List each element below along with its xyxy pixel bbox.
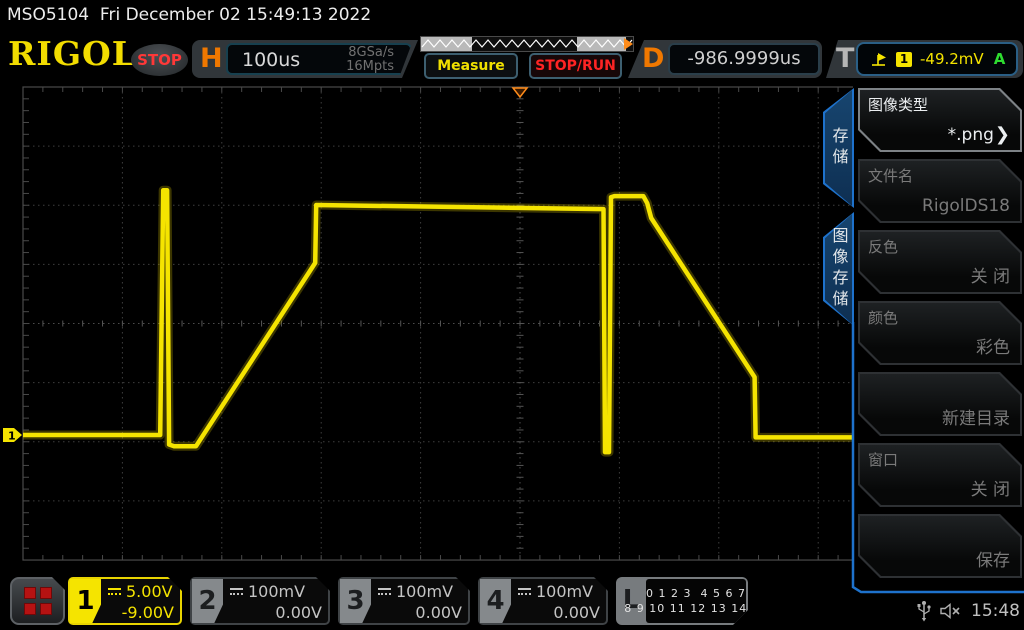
menu-item-value: 新建目录 — [942, 404, 1010, 429]
timebase-value: 100us — [242, 49, 300, 71]
stop-run-button[interactable]: STOP/RUN — [529, 53, 622, 79]
logic-label: L — [616, 577, 646, 625]
channel-3-box[interactable]: 3 100mV 0.00V — [338, 577, 470, 625]
logic-channel-list: 0 1 2 3 4 5 6 7 8 9 10 11 12 13 14 15 — [646, 579, 746, 623]
dc-coupling-icon — [378, 588, 391, 595]
trigger-mode: A — [994, 50, 1006, 68]
menu-item-label: 图像类型 — [868, 94, 928, 115]
oscilloscope-screen: 1 MSO5104 Fri December 02 15:49:13 2022 … — [0, 0, 1024, 630]
dc-coupling-icon — [230, 588, 243, 595]
menu-item-value: 保存 — [976, 546, 1010, 571]
menu-item-new-directory[interactable]: 新建目录 — [858, 372, 1022, 436]
channel-4-number: 4 — [480, 579, 511, 623]
tab-image-storage-label: 图像存储 — [823, 212, 854, 326]
channel-1-offset: -9.00V — [104, 602, 174, 623]
grid-menu-icon — [24, 587, 52, 615]
menu-item-value: 彩色 — [976, 333, 1010, 358]
menu-item-label: 反色 — [868, 236, 898, 257]
trigger-level-value: -49.2mV — [920, 50, 984, 68]
menu-item-file-name[interactable]: 文件名 RigolDS18 — [858, 159, 1022, 223]
channel-2-offset: 0.00V — [226, 602, 322, 623]
status-tray: 15:48 — [905, 598, 1020, 624]
menu-item-value: 关 闭 — [971, 262, 1010, 287]
menu-item-invert[interactable]: 反色 关 闭 — [858, 230, 1022, 294]
menu-item-color[interactable]: 颜色 彩色 — [858, 301, 1022, 365]
timebase-box[interactable]: 100us 8GSa/s 16Mpts — [226, 43, 412, 75]
channel-3-number: 3 — [340, 579, 371, 623]
delay-value-box[interactable]: -986.9999us — [668, 43, 820, 75]
menu-item-save[interactable]: 保存 — [858, 514, 1022, 578]
menu-item-label: 窗口 — [868, 449, 898, 470]
channel-2-number: 2 — [192, 579, 223, 623]
sample-rate-value: 8GSa/s — [346, 46, 394, 60]
rigol-logo: RIGOL — [8, 34, 136, 73]
memory-depth-value: 16Mpts — [346, 60, 394, 74]
menu-item-label: 文件名 — [868, 165, 913, 186]
menu-item-window[interactable]: 窗口 关 闭 — [858, 443, 1022, 507]
run-state-badge[interactable]: STOP — [131, 44, 188, 76]
channel-4-box[interactable]: 4 100mV 0.00V — [478, 577, 608, 625]
menu-item-value: *.png❯ — [948, 124, 1010, 145]
usb-icon — [917, 600, 931, 622]
menu-item-value: 关 闭 — [971, 475, 1010, 500]
channel-2-box[interactable]: 2 100mV 0.00V — [190, 577, 330, 625]
horizontal-label: H — [200, 43, 223, 75]
channel-4-offset: 0.00V — [514, 602, 600, 623]
menu-item-image-type[interactable]: 图像类型 *.png❯ — [858, 88, 1022, 152]
logic-channels-box[interactable]: L 0 1 2 3 4 5 6 7 8 9 10 11 12 13 14 15 — [616, 577, 748, 625]
tab-image-storage[interactable]: 图像存储 — [823, 212, 854, 326]
quick-menu-button[interactable] — [10, 577, 65, 625]
speaker-muted-icon[interactable] — [940, 602, 962, 620]
channel-1-box[interactable]: 1 5.00V -9.00V — [68, 577, 182, 625]
channel-4-scale: 100mV — [536, 582, 593, 601]
chevron-right-icon: ❯ — [995, 124, 1010, 145]
title-bar: MSO5104 Fri December 02 15:49:13 2022 — [0, 0, 1024, 30]
channel-3-offset: 0.00V — [374, 602, 462, 623]
menu-item-value-text: *.png — [948, 125, 994, 145]
tab-storage-label: 存储 — [823, 88, 854, 208]
delay-label: D — [642, 43, 664, 75]
trigger-edge-icon — [870, 51, 888, 67]
memory-preview-bar[interactable] — [420, 36, 634, 52]
sample-rate: 8GSa/s 16Mpts — [346, 46, 394, 74]
channel-3-scale: 100mV — [396, 582, 453, 601]
menu-item-label: 颜色 — [868, 307, 898, 328]
clock: 15:48 — [971, 601, 1020, 621]
logic-row-1: 0 1 2 3 4 5 6 7 — [646, 587, 746, 600]
trigger-label: T — [836, 43, 854, 75]
tab-storage[interactable]: 存储 — [823, 88, 854, 208]
dc-coupling-icon — [108, 588, 121, 595]
channel-2-scale: 100mV — [248, 582, 305, 601]
trigger-source-badge: 1 — [896, 52, 912, 67]
channel-1-number: 1 — [70, 579, 101, 623]
measure-button[interactable]: Measure — [424, 53, 518, 79]
dc-coupling-icon — [518, 588, 531, 595]
trigger-info-box[interactable]: 1 -49.2mV A — [856, 42, 1018, 76]
channel-1-scale: 5.00V — [126, 582, 173, 601]
menu-item-value: RigolDS18 — [922, 196, 1010, 216]
